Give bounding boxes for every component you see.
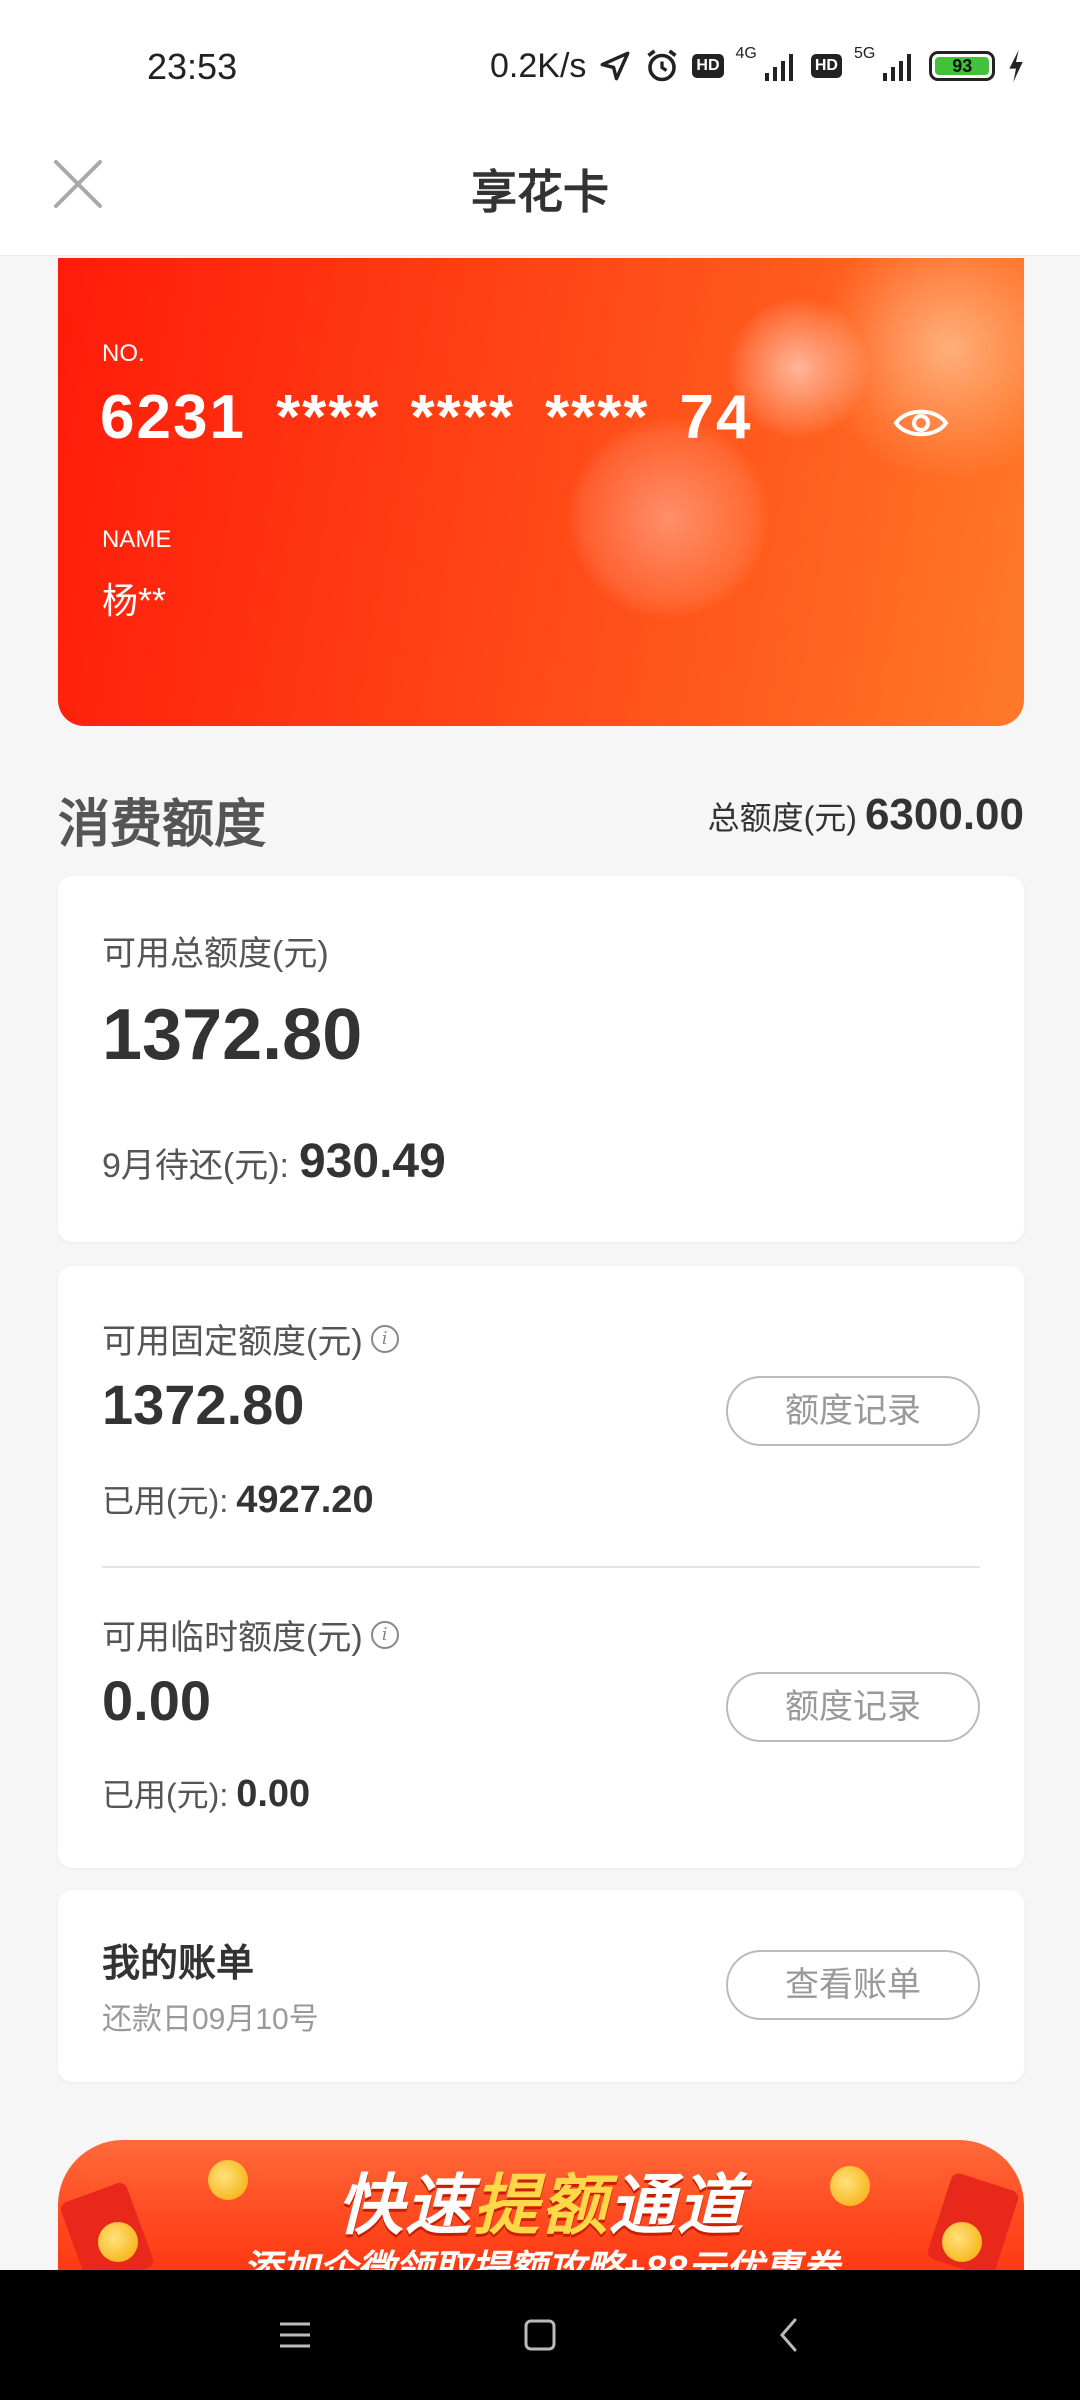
available-quota-value: 1372.80 xyxy=(102,995,363,1075)
card-number-part: **** xyxy=(410,383,515,452)
quota-detail-panel: 可用固定额度(元) i 1372.80 额度记录 已用(元): 4927.20 … xyxy=(58,1266,1024,1868)
temp-used: 已用(元): 0.00 xyxy=(102,1770,310,1816)
used-value: 0.00 xyxy=(236,1773,311,1815)
card-holder-name: 杨** xyxy=(102,580,167,621)
card-number: 6231 **** **** **** 74 xyxy=(100,382,782,453)
available-quota-label: 可用总额度(元) xyxy=(102,935,329,973)
card-name-label: NAME xyxy=(102,526,172,553)
used-label: 已用(元): xyxy=(102,1777,229,1813)
charging-icon xyxy=(1007,50,1025,82)
temp-quota-label-row: 可用临时额度(元) i xyxy=(102,1610,399,1659)
alarm-icon xyxy=(644,48,680,84)
signal-icon xyxy=(881,51,917,81)
card-number-label: NO. xyxy=(102,340,145,367)
card-number-part: 6231 xyxy=(100,383,246,452)
credit-card: NO. 6231 **** **** **** 74 NAME 杨** xyxy=(58,258,1024,726)
status-bar: 23:53 0.2K/s HD 4G HD 5G 93 xyxy=(0,0,1080,132)
temp-quota-label: 可用临时额度(元) xyxy=(102,1619,363,1657)
battery-icon: 93 xyxy=(929,51,996,81)
total-quota-value: 6300.00 xyxy=(864,790,1024,839)
location-icon xyxy=(598,49,632,83)
fixed-quota-record-button[interactable]: 额度记录 xyxy=(726,1376,980,1446)
fixed-quota-value: 1372.80 xyxy=(102,1373,305,1436)
network-type: 4G xyxy=(735,45,757,62)
eye-icon[interactable] xyxy=(892,394,950,452)
view-bill-button[interactable]: 查看账单 xyxy=(726,1950,980,2020)
hd-badge: HD xyxy=(810,54,842,78)
card-number-part: **** xyxy=(275,383,381,452)
info-icon[interactable]: i xyxy=(370,1324,399,1353)
network-type: 5G xyxy=(853,45,876,62)
fixed-used: 已用(元): 4927.20 xyxy=(102,1476,374,1522)
temp-quota-value: 0.00 xyxy=(102,1669,211,1732)
home-icon[interactable] xyxy=(515,2310,565,2360)
back-icon[interactable] xyxy=(765,2310,815,2360)
page-title: 享花卡 xyxy=(471,166,609,218)
total-quota: 总额度(元) 6300.00 xyxy=(708,790,1024,840)
banner-title-part: 通道 xyxy=(609,2168,745,2242)
used-label: 已用(元): xyxy=(102,1483,229,1519)
promo-banner[interactable]: 快速提额通道 添加企微领取提额攻略+88元优惠券 xyxy=(58,2140,1024,2270)
hd-badge: HD xyxy=(692,54,724,78)
header: 享花卡 xyxy=(0,132,1080,256)
net-speed: 0.2K/s xyxy=(490,46,587,85)
info-icon[interactable]: i xyxy=(370,1620,399,1649)
status-time: 23:53 xyxy=(147,46,238,87)
total-quota-label: 总额度(元) xyxy=(707,800,857,836)
bill-panel: 我的账单 还款日09月10号 查看账单 xyxy=(58,1890,1024,2082)
menu-icon[interactable] xyxy=(270,2310,320,2360)
fixed-quota-label-row: 可用固定额度(元) i xyxy=(102,1314,399,1363)
temp-quota-record-button[interactable]: 额度记录 xyxy=(726,1672,980,1742)
signal-icon xyxy=(763,51,799,81)
banner-subtitle: 添加企微领取提额攻略+88元优惠券 xyxy=(242,2249,840,2270)
banner-title-part: 快速 xyxy=(337,2168,473,2242)
due-value: 930.49 xyxy=(299,1135,446,1188)
used-value: 4927.20 xyxy=(236,1479,374,1521)
card-number-part: 74 xyxy=(679,383,753,452)
bill-title: 我的账单 xyxy=(102,1943,255,1985)
due-amount: 9月待还(元): 930.49 xyxy=(102,1134,446,1189)
banner-title: 快速提额通道 xyxy=(58,2152,1024,2248)
due-label: 9月待还(元): xyxy=(102,1147,289,1185)
system-nav-bar xyxy=(0,2270,1080,2400)
divider xyxy=(102,1566,980,1568)
banner-title-highlight: 提额 xyxy=(473,2168,609,2242)
status-indicators: 0.2K/s HD 4G HD 5G 93 xyxy=(490,44,1025,88)
card-number-part: **** xyxy=(544,383,650,452)
section-title: 消费额度 xyxy=(58,796,267,854)
repayment-date: 还款日09月10号 xyxy=(102,2003,319,2036)
battery-level: 93 xyxy=(935,57,990,75)
available-quota-panel: 可用总额度(元) 1372.80 9月待还(元): 930.49 xyxy=(58,876,1024,1242)
fixed-quota-label: 可用固定额度(元) xyxy=(102,1323,363,1361)
